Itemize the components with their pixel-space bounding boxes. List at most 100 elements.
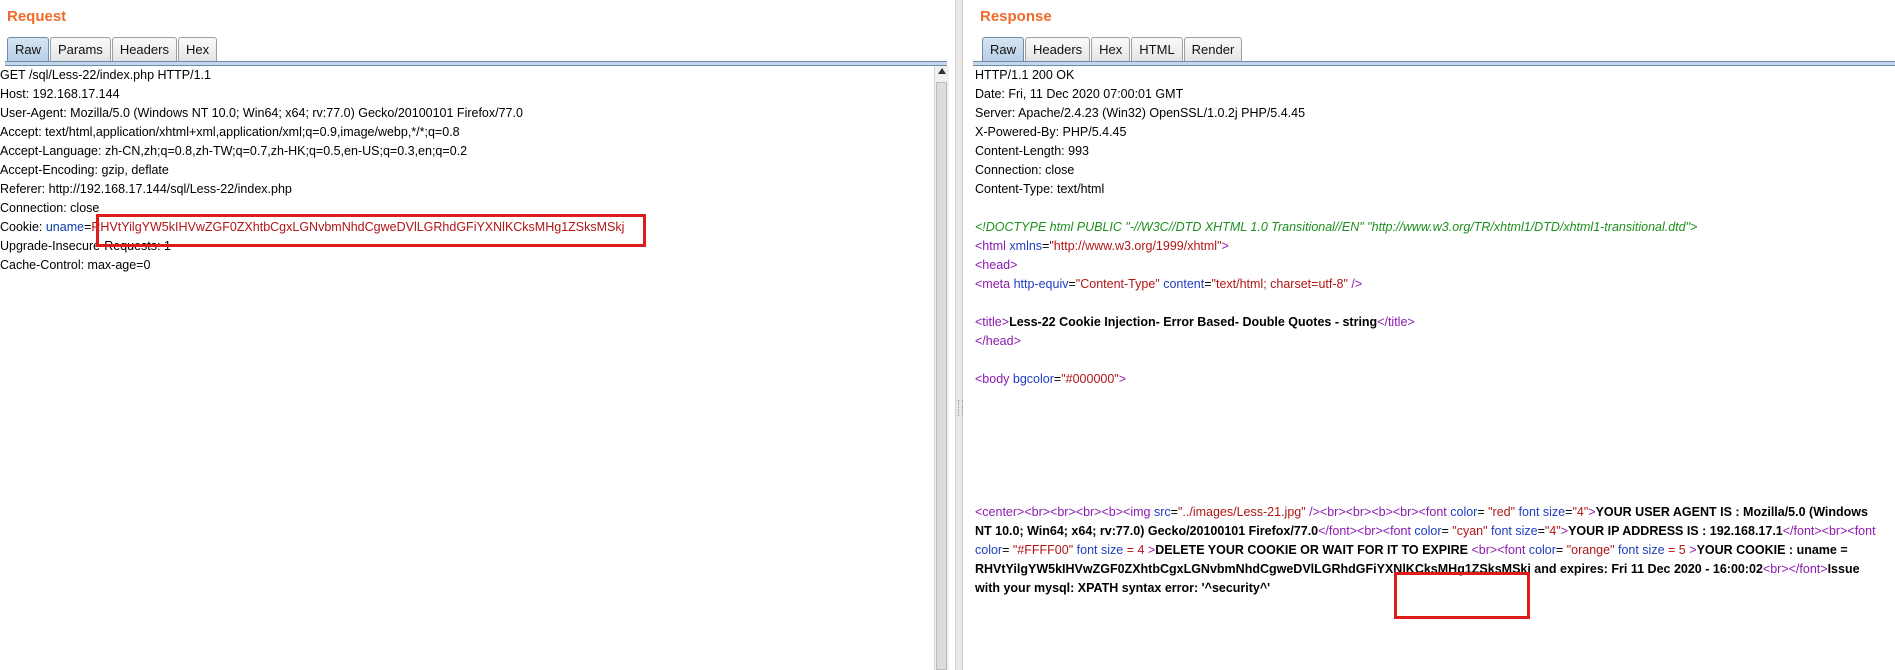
meta-close: />: [1347, 277, 1363, 291]
request-line: User-Agent: Mozilla/5.0 (Windows NT 10.0…: [0, 106, 523, 120]
response-header-line: Content-Length: 993: [975, 144, 1089, 158]
response-title: Response: [980, 8, 1052, 25]
error-highlight-box: [1394, 572, 1530, 619]
font-tag: <font: [1418, 505, 1447, 519]
center-tag: <center>: [975, 505, 1025, 519]
br-tags: <br><br><br><b>: [1024, 505, 1124, 519]
scroll-thumb[interactable]: [936, 82, 947, 670]
xmlns-value: "http://www.w3.org/1999/xhtml": [1049, 239, 1222, 253]
xmlns-attr: xmlns: [1009, 239, 1043, 253]
color-value: "red": [1488, 505, 1516, 519]
body-tag: <body: [975, 372, 1010, 386]
color-attr: color: [975, 543, 1003, 557]
src-attr: src: [1153, 505, 1171, 519]
response-header-line: Content-Type: text/html: [975, 182, 1105, 196]
response-tabs: Raw Headers Hex HTML Render: [982, 37, 1243, 61]
request-line: GET /sql/Less-22/index.php HTTP/1.1: [0, 68, 211, 82]
request-pane: Request Raw Params Headers Hex GET /sql/…: [0, 0, 955, 670]
request-tab-hex[interactable]: Hex: [177, 37, 218, 61]
color-attr: color: [1450, 505, 1478, 519]
meta-line: <meta http-equiv="Content-Type" content=…: [975, 277, 1363, 291]
color-attr: color: [1528, 543, 1556, 557]
request-line: Referer: http://192.168.17.144/sql/Less-…: [0, 182, 292, 196]
bgcolor-attr: bgcolor: [1012, 372, 1054, 386]
body-line: <body bgcolor="#000000">: [975, 372, 1127, 386]
request-tab-headers[interactable]: Headers: [111, 37, 177, 61]
request-line: Accept-Encoding: gzip, deflate: [0, 163, 169, 177]
color-value: "#FFFF00": [1012, 543, 1074, 557]
response-header-line: Server: Apache/2.4.23 (Win32) OpenSSL/1.…: [975, 106, 1306, 120]
body-tag-close: >: [1118, 372, 1127, 386]
size-value: = 4: [1126, 543, 1145, 557]
meta-attr-1: http-equiv: [1013, 277, 1069, 291]
tag-close: >: [1221, 239, 1229, 253]
font-end-br: </font><br>: [1782, 524, 1848, 538]
request-line: Cache-Control: max-age=0: [0, 258, 151, 272]
response-tab-html[interactable]: HTML: [1131, 37, 1183, 61]
size-value: "4": [1544, 524, 1561, 538]
scroll-up-icon[interactable]: [938, 68, 946, 74]
size-value: "4": [1572, 505, 1589, 519]
size-attr: font size: [1076, 543, 1124, 557]
font-tag: <font: [1382, 524, 1411, 538]
src-value: "../images/Less-21.jpg": [1177, 505, 1306, 519]
request-line: Accept: text/html,application/xhtml+xml,…: [0, 125, 460, 139]
size-attr: font size: [1518, 505, 1566, 519]
meta-val-2: "text/html; charset=utf-8": [1211, 277, 1348, 291]
meta-val-1: "Content-Type": [1075, 277, 1160, 291]
request-editor[interactable]: GET /sql/Less-22/index.php HTTP/1.1 Host…: [0, 66, 933, 670]
img-tag: <img: [1123, 505, 1151, 519]
html-open-line: <html xmlns="http://www.w3.org/1999/xhtm…: [975, 237, 1893, 256]
cookie-prefix: Cookie:: [0, 220, 46, 234]
request-line: Host: 192.168.17.144: [0, 87, 120, 101]
response-header-line: X-Powered-By: PHP/5.4.45: [975, 125, 1127, 139]
font-end-br: </font><br>: [1318, 524, 1383, 538]
meta-tag: <meta: [975, 277, 1011, 291]
response-header-line: Date: Fri, 11 Dec 2020 07:00:01 GMT: [975, 87, 1184, 101]
bgcolor-value: "#000000": [1061, 372, 1119, 386]
font-tag: <font: [1847, 524, 1876, 538]
color-value: "cyan": [1452, 524, 1488, 538]
tag-gt: >: [1560, 524, 1569, 538]
request-tab-raw[interactable]: Raw: [7, 37, 50, 61]
br-tag: <br>: [1471, 543, 1498, 557]
response-tab-hex[interactable]: Hex: [1091, 37, 1131, 61]
head-close-line: </head>: [975, 334, 1021, 348]
size-attr: font size: [1491, 524, 1538, 538]
response-tab-headers[interactable]: Headers: [1025, 37, 1091, 61]
request-scrollbar[interactable]: [934, 66, 949, 670]
head-open-line: <head>: [975, 258, 1018, 272]
request-line: Accept-Language: zh-CN,zh;q=0.8,zh-TW;q=…: [0, 144, 468, 158]
color-value: "orange": [1566, 543, 1615, 557]
img-end-tags: /><br><br><b><br>: [1305, 505, 1419, 519]
doctype-line: <!DOCTYPE html PUBLIC "-//W3C//DTD XHTML…: [975, 220, 1698, 234]
br-font-end: <br></font>: [1762, 562, 1828, 576]
delete-cookie-text: DELETE YOUR COOKIE OR WAIT FOR IT TO EXP…: [1155, 543, 1468, 557]
ip-address-text: YOUR IP ADDRESS IS : 192.168.17.1: [1568, 524, 1783, 538]
pane-splitter[interactable]: [955, 0, 963, 670]
response-pane: Response Raw Headers Hex HTML Render HTT…: [963, 0, 1895, 670]
size-attr: font size: [1617, 543, 1665, 557]
title-close-tag: </title>: [1377, 315, 1415, 329]
response-header-line: HTTP/1.1 200 OK: [975, 68, 1075, 82]
cookie-name: uname: [45, 220, 85, 234]
color-attr: color: [1414, 524, 1442, 538]
response-tab-raw[interactable]: Raw: [982, 37, 1025, 61]
tag-gt: >: [1588, 505, 1596, 519]
title-line: <title>Less-22 Cookie Injection- Error B…: [975, 313, 1893, 332]
size-value: = 5: [1668, 543, 1686, 557]
cookie-highlight-box: [96, 214, 646, 247]
page-title-text: Less-22 Cookie Injection- Error Based- D…: [1009, 315, 1378, 329]
response-tab-render[interactable]: Render: [1183, 37, 1243, 61]
request-tabs: Raw Params Headers Hex: [7, 37, 218, 61]
tag-gt: >: [1689, 543, 1697, 557]
title-open-tag: <title>: [975, 315, 1010, 329]
request-tab-params[interactable]: Params: [50, 37, 111, 61]
font-tag: <font: [1497, 543, 1526, 557]
request-title: Request: [7, 8, 67, 25]
response-header-line: Connection: close: [975, 163, 1075, 177]
html-tag: <html: [975, 239, 1006, 253]
